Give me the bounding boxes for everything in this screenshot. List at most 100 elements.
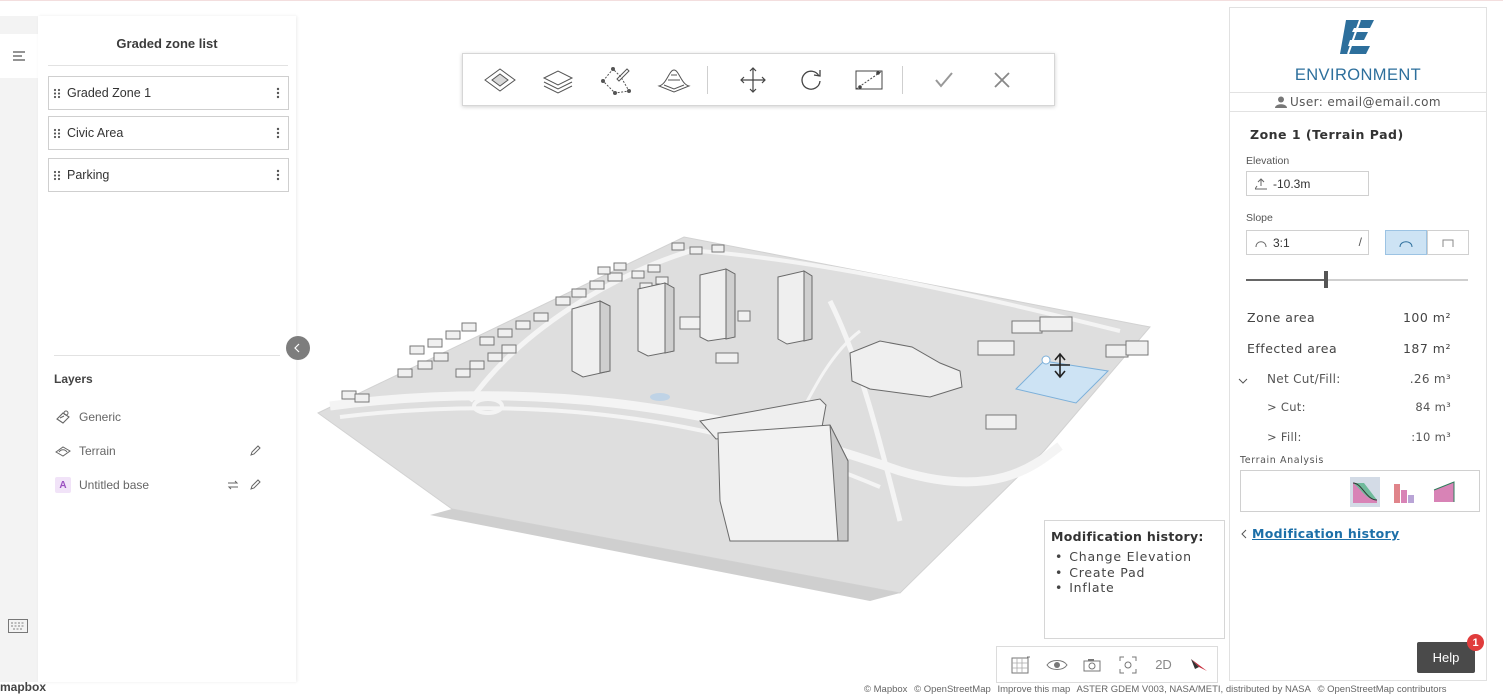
focus-icon[interactable] (1110, 650, 1146, 680)
divider (54, 355, 280, 356)
move-icon[interactable] (724, 53, 782, 106)
curved-slope-toggle[interactable] (1385, 230, 1427, 255)
camera-icon[interactable] (1074, 650, 1110, 680)
base-layer-icon: A (54, 476, 72, 494)
panel-title: Graded zone list (116, 36, 218, 51)
layer-row-terrain[interactable]: Terrain (54, 440, 264, 462)
cut-fill-analysis-icon[interactable] (1350, 477, 1380, 507)
zone-label: Parking (67, 168, 110, 182)
cancel-icon[interactable] (973, 53, 1031, 106)
drag-handle-icon[interactable] (53, 88, 67, 99)
environment-logo-icon (1340, 18, 1376, 56)
drag-handle-icon[interactable] (53, 170, 67, 181)
visibility-icon[interactable] (1039, 650, 1075, 680)
zone-item-parking[interactable]: Parking (48, 158, 289, 192)
cut-row: > Cut: 84 m³ (1267, 400, 1451, 414)
zone-item-graded-zone-1[interactable]: Graded Zone 1 (48, 76, 289, 110)
attribution-item[interactable]: Improve this map (997, 684, 1070, 694)
terrain-analysis-label: Terrain Analysis (1240, 455, 1324, 466)
chevron-left-icon (1241, 529, 1247, 538)
divider (48, 65, 288, 66)
layer-row-untitled-base[interactable]: A Untitled base (54, 474, 264, 496)
mod-history-title: Modification history: (1051, 529, 1204, 544)
more-options-icon[interactable] (268, 87, 288, 99)
terrain-pad-icon[interactable] (471, 53, 529, 106)
slope-edit-icon[interactable] (840, 53, 898, 106)
edit-icon[interactable] (246, 476, 264, 494)
zone-title: Zone 1 (Terrain Pad) (1250, 127, 1404, 142)
2d-toggle[interactable]: 2D (1146, 650, 1182, 680)
user-email: User: email@email.com (1289, 95, 1442, 109)
layers-title: Layers (54, 372, 93, 386)
slope-slider-thumb[interactable] (1323, 271, 1328, 288)
layer-label: Terrain (79, 444, 116, 458)
elevation-icon (1255, 177, 1267, 190)
draw-polygon-icon[interactable] (587, 53, 645, 106)
attribution-item: ASTER GDEM V003, NASA/METI, distributed … (1076, 684, 1311, 694)
straight-slope-toggle[interactable] (1427, 230, 1469, 255)
confirm-icon[interactable] (915, 53, 973, 106)
zone-label: Graded Zone 1 (67, 86, 152, 100)
terrain-layer-icon (54, 442, 72, 460)
grid-icon[interactable] (1003, 650, 1039, 680)
elevation-value: -10.3m (1273, 176, 1311, 191)
zone-item-civic-area[interactable]: Civic Area (48, 116, 289, 150)
attribution-item[interactable]: © OpenStreetMap contributors (1318, 684, 1447, 694)
curve-icon (1399, 240, 1413, 247)
rotate-icon[interactable] (782, 53, 840, 106)
slope-label: Slope (1246, 212, 1273, 224)
swap-icon[interactable] (224, 476, 242, 494)
keyboard-icon[interactable] (8, 619, 30, 635)
elevation-label: Elevation (1246, 155, 1290, 167)
slope-slider-fill (1246, 279, 1326, 281)
collapse-panel-button[interactable] (286, 336, 310, 360)
chevron-left-icon (294, 343, 300, 353)
layer-label: Untitled base (79, 478, 150, 492)
user-row[interactable]: User: email@email.com (1230, 92, 1486, 112)
menu-icon[interactable] (0, 34, 38, 78)
zone-label: Civic Area (67, 126, 124, 140)
brand-name: ENVIRONMENT (1294, 66, 1422, 84)
left-strip (0, 16, 38, 682)
edit-icon[interactable] (246, 442, 264, 460)
mod-history-item: Create Pad (1051, 565, 1218, 581)
notification-badge: 1 (1467, 634, 1484, 651)
elevation-bars-icon[interactable] (1390, 477, 1420, 507)
slope-icon (1255, 238, 1267, 248)
modification-history-toggle[interactable]: Modification history (1240, 526, 1399, 541)
effected-area-row: Effected area 187 m² (1247, 341, 1451, 356)
map-attribution: © Mapbox © OpenStreetMap Improve this ma… (864, 684, 1450, 694)
compass-icon[interactable] (1181, 650, 1217, 680)
slope-separator: / (1358, 235, 1362, 249)
slope-field[interactable]: 3:1 / (1246, 230, 1369, 255)
mapbox-logo[interactable]: mapbox (0, 680, 46, 694)
elevation-field[interactable]: -10.3m (1246, 171, 1369, 196)
user-icon (1274, 96, 1287, 108)
terrain-mesh-icon[interactable] (645, 53, 703, 106)
more-options-icon[interactable] (268, 127, 288, 139)
modification-history-box: Modification history: Change Elevation C… (1044, 520, 1225, 639)
modification-history-link[interactable]: Modification history (1252, 526, 1399, 541)
bottom-toolbar: 2D (996, 646, 1218, 683)
slope-value: 3:1 (1273, 235, 1290, 250)
slope-analysis-icon[interactable] (1430, 477, 1460, 507)
attribution-item[interactable]: © Mapbox (864, 684, 907, 694)
net-cut-fill-row: Net Cut/Fill: .26 m³ (1230, 372, 1486, 392)
graded-zone-panel: Graded zone list Graded Zone 1 Civic Are… (38, 16, 296, 682)
generic-layer-icon (54, 408, 72, 426)
layer-label: Generic (79, 410, 122, 424)
layer-row-generic[interactable]: Generic (54, 406, 264, 428)
chevron-down-icon[interactable] (1238, 374, 1248, 388)
top-toolbar (462, 53, 1055, 106)
attribution-item[interactable]: © OpenStreetMap (914, 684, 991, 694)
layers-stack-icon[interactable] (529, 53, 587, 106)
zone-area-row: Zone area 100 m² (1247, 310, 1451, 325)
fill-row: > Fill: :10 m³ (1267, 430, 1451, 444)
mod-history-item: Inflate (1051, 580, 1218, 596)
help-button[interactable]: Help (1417, 642, 1475, 673)
mod-history-item: Change Elevation (1051, 549, 1218, 565)
toolbar-separator (707, 65, 708, 94)
drag-handle-icon[interactable] (53, 128, 67, 139)
terrain-analysis-box (1240, 470, 1480, 512)
more-options-icon[interactable] (268, 169, 288, 181)
